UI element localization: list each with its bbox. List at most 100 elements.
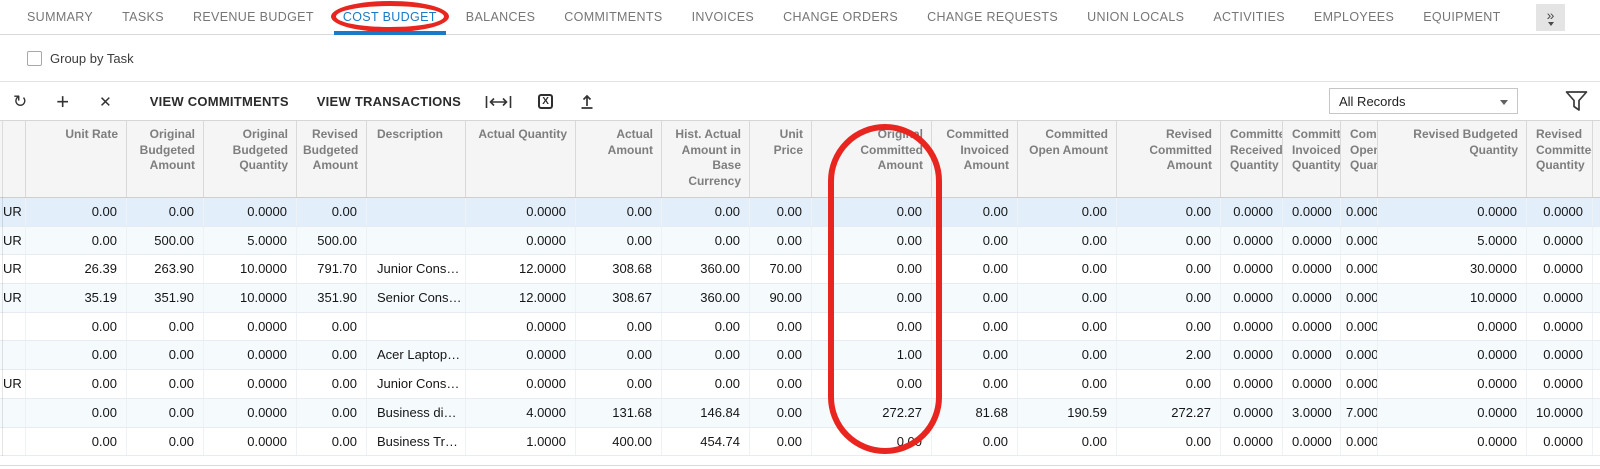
cell-committed-invoiced-amount[interactable]: 0.00 [932,255,1018,283]
cell-uom[interactable]: UR [0,255,26,283]
cell-original-budgeted-amount[interactable]: 263.90 [127,255,204,283]
cell-uom[interactable]: UR [0,198,26,226]
cell-actual-amount[interactable]: 308.68 [576,255,662,283]
cell-committed-invoiced-quantity[interactable]: 0.0000 [1283,227,1341,255]
cell-revised-committed-quantity[interactable]: 0.0000 [1527,227,1593,255]
column-header-uom[interactable] [0,121,26,197]
cell-actual-quantity[interactable]: 0.0000 [466,341,576,369]
table-row[interactable]: UR0.000.000.00000.000.00000.000.000.000.… [0,198,1600,227]
add-row-button[interactable]: + [56,89,69,115]
cell-committed-open-quantity[interactable]: 7.0000 [1341,399,1378,427]
cell-description[interactable]: Acer Laptop… [367,341,466,369]
cell-revised-budgeted-quantity[interactable]: 0.0000 [1378,428,1527,456]
cell-actual-quantity[interactable]: 4.0000 [466,399,576,427]
cell-committed-open-quantity[interactable]: 0.0000 [1341,198,1378,226]
column-header-revised-budgeted-quantity[interactable]: Revised Budgeted Quantity [1378,121,1527,197]
fit-width-button[interactable] [485,95,512,109]
tab-commitments[interactable]: COMMITMENTS [564,0,662,35]
cell-actual-amount[interactable]: 0.00 [576,370,662,398]
tab-overflow-button[interactable]: » [1536,4,1565,31]
tab-cost-budget[interactable]: COST BUDGET [343,0,437,35]
cell-original-committed-amount[interactable]: 0.00 [812,255,932,283]
cell-original-budgeted-amount[interactable]: 0.00 [127,198,204,226]
table-row[interactable]: 0.000.000.00000.000.00000.000.000.000.00… [0,313,1600,342]
cell-committed-invoiced-amount[interactable]: 0.00 [932,227,1018,255]
cell-revised-budgeted-amount[interactable]: 351.90 [297,284,367,312]
cell-uom[interactable]: UR [0,370,26,398]
group-by-task-checkbox[interactable] [27,51,42,66]
cell-committed-open-amount[interactable]: 0.00 [1018,255,1117,283]
column-header-revised-budgeted-amount[interactable]: Revised Budgeted Amount [297,121,367,197]
cell-committed-received-quantity[interactable]: 0.0000 [1221,341,1283,369]
cell-unit-price[interactable]: 0.00 [750,428,812,456]
cell-revised-budgeted-quantity[interactable]: 0.0000 [1378,313,1527,341]
cell-description[interactable] [367,227,466,255]
cell-committed-invoiced-amount[interactable]: 0.00 [932,198,1018,226]
cell-committed-invoiced-amount[interactable]: 0.00 [932,341,1018,369]
cell-actual-amount[interactable]: 400.00 [576,428,662,456]
cell-original-budgeted-quantity[interactable]: 10.0000 [204,284,297,312]
cell-uom[interactable] [0,399,26,427]
cell-actual-quantity[interactable]: 0.0000 [466,227,576,255]
cell-committed-invoiced-quantity[interactable]: 3.0000 [1283,399,1341,427]
cell-unit-price[interactable]: 90.00 [750,284,812,312]
cell-original-budgeted-quantity[interactable]: 0.0000 [204,370,297,398]
cell-committed-invoiced-quantity[interactable]: 0.0000 [1283,198,1341,226]
cell-revised-committed-quantity[interactable]: 0.0000 [1527,313,1593,341]
column-header-unit-rate[interactable]: Unit Rate [26,121,127,197]
column-header-revised-committed-amount[interactable]: Revised Committed Amount [1117,121,1221,197]
tab-change-orders[interactable]: CHANGE ORDERS [783,0,898,35]
tab-invoices[interactable]: INVOICES [692,0,755,35]
cell-uom[interactable]: UR [0,284,26,312]
table-row[interactable]: UR26.39263.9010.0000791.70Junior Cons…12… [0,255,1600,284]
cell-original-committed-amount[interactable]: 0.00 [812,370,932,398]
cell-unit-price[interactable]: 0.00 [750,313,812,341]
table-row[interactable]: UR35.19351.9010.0000351.90Senior Cons…12… [0,284,1600,313]
cell-revised-budgeted-amount[interactable]: 0.00 [297,370,367,398]
cell-unit-price[interactable]: 0.00 [750,227,812,255]
cell-revised-budgeted-quantity[interactable]: 10.0000 [1378,284,1527,312]
cell-committed-invoiced-quantity[interactable]: 0.0000 [1283,313,1341,341]
table-row[interactable]: 0.000.000.00000.00Acer Laptop…0.00000.00… [0,341,1600,370]
upload-button[interactable] [579,94,595,110]
cell-hist-actual-amount-in-base-currency[interactable]: 146.84 [662,399,750,427]
cell-committed-open-amount[interactable]: 0.00 [1018,313,1117,341]
cell-description[interactable]: Senior Cons… [367,284,466,312]
cell-actual-amount[interactable]: 0.00 [576,227,662,255]
view-commitments-button[interactable]: VIEW COMMITMENTS [150,94,289,109]
cell-original-committed-amount[interactable]: 0.00 [812,198,932,226]
cell-original-committed-amount[interactable]: 0.00 [812,313,932,341]
cell-committed-received-quantity[interactable]: 0.0000 [1221,227,1283,255]
cell-committed-open-quantity[interactable]: 0.0000 [1341,313,1378,341]
cell-hist-actual-amount-in-base-currency[interactable]: 0.00 [662,370,750,398]
cell-committed-invoiced-quantity[interactable]: 0.0000 [1283,428,1341,456]
cell-revised-budgeted-amount[interactable]: 500.00 [297,227,367,255]
cell-committed-invoiced-amount[interactable]: 81.68 [932,399,1018,427]
tab-employees[interactable]: EMPLOYEES [1314,0,1394,35]
column-header-committed-received-quantity[interactable]: Committed Received Quantity [1221,121,1283,197]
cell-revised-budgeted-amount[interactable]: 0.00 [297,399,367,427]
cell-hist-actual-amount-in-base-currency[interactable]: 0.00 [662,227,750,255]
column-header-actual-amount[interactable]: Actual Amount [576,121,662,197]
cell-committed-invoiced-amount[interactable]: 0.00 [932,428,1018,456]
cell-committed-open-amount[interactable]: 0.00 [1018,428,1117,456]
cell-committed-open-amount[interactable]: 190.59 [1018,399,1117,427]
cell-committed-open-amount[interactable]: 0.00 [1018,341,1117,369]
cell-actual-amount[interactable]: 0.00 [576,313,662,341]
cell-actual-amount[interactable]: 308.67 [576,284,662,312]
cell-committed-received-quantity[interactable]: 0.0000 [1221,399,1283,427]
cell-actual-amount[interactable]: 0.00 [576,198,662,226]
column-header-original-budgeted-amount[interactable]: Original Budgeted Amount [127,121,204,197]
cell-description[interactable]: Junior Cons… [367,370,466,398]
cell-revised-budgeted-amount[interactable]: 0.00 [297,313,367,341]
cell-actual-amount[interactable]: 0.00 [576,341,662,369]
cell-unit-rate[interactable]: 0.00 [26,198,127,226]
cell-actual-quantity[interactable]: 0.0000 [466,313,576,341]
cell-committed-received-quantity[interactable]: 0.0000 [1221,255,1283,283]
cell-actual-amount[interactable]: 131.68 [576,399,662,427]
column-header-committed-invoiced-amount[interactable]: Committed Invoiced Amount [932,121,1018,197]
cell-revised-budgeted-quantity[interactable]: 30.0000 [1378,255,1527,283]
cell-revised-committed-quantity[interactable]: 0.0000 [1527,370,1593,398]
cell-revised-committed-amount[interactable]: 0.00 [1117,227,1221,255]
refresh-button[interactable]: ↻ [13,92,27,112]
